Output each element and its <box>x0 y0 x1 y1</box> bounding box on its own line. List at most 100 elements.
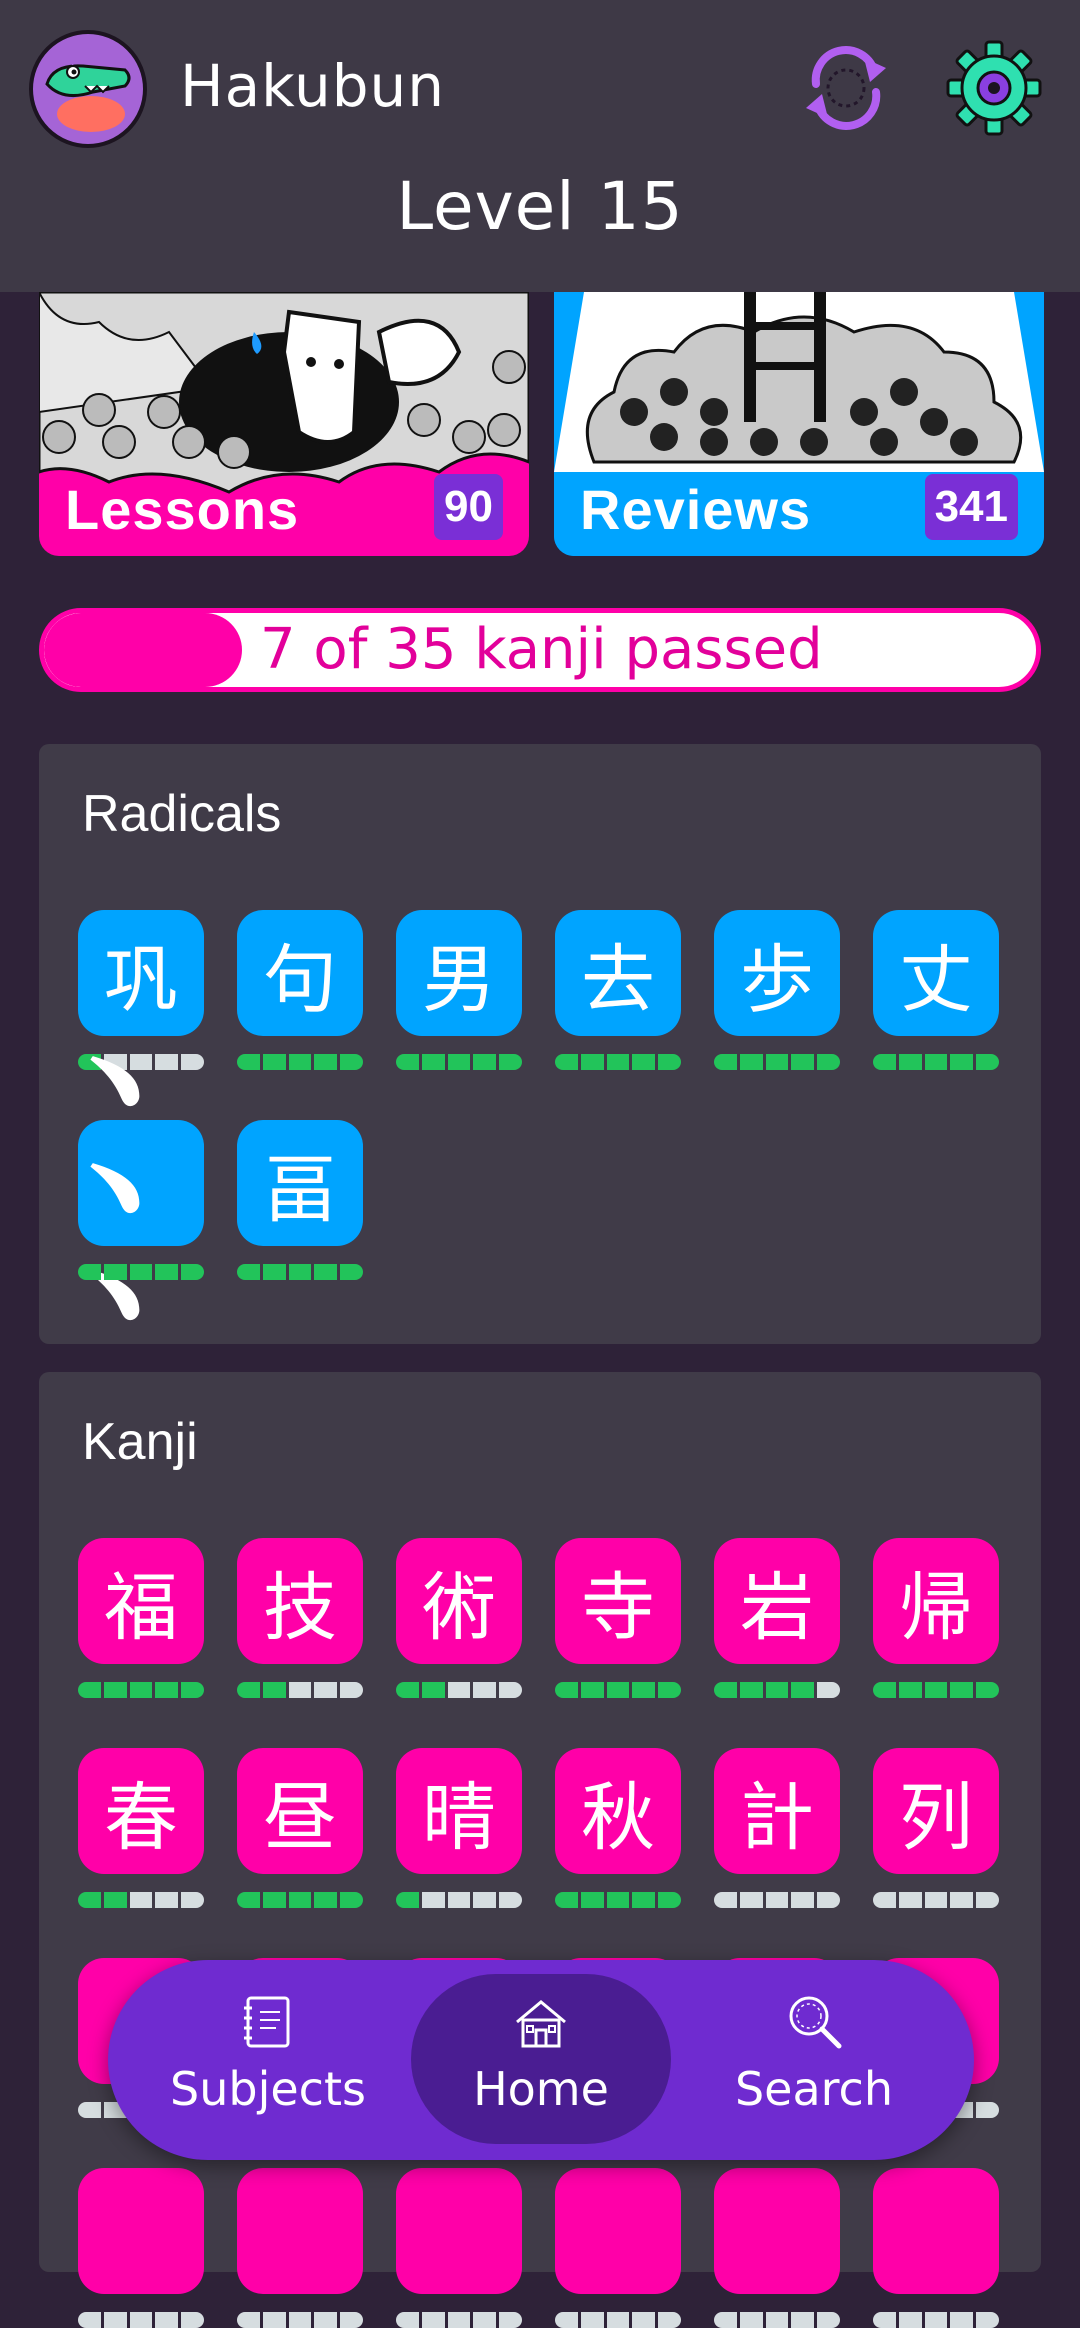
radical-tile[interactable]: 男 <box>396 910 522 1036</box>
srs-stage-bar <box>714 1054 840 1070</box>
radical-tile[interactable]: 巩 <box>78 910 204 1036</box>
radical-tile[interactable]: 歩 <box>714 910 840 1036</box>
srs-segment <box>632 1682 656 1698</box>
srs-segment <box>499 2312 522 2328</box>
srs-segment <box>898 1054 922 1070</box>
kanji-tile[interactable]: 列 <box>873 1748 999 1874</box>
srs-segment <box>421 1892 445 1908</box>
srs-segment <box>340 1682 363 1698</box>
radical-tile[interactable]: 丈 <box>873 910 999 1036</box>
srs-segment <box>288 1264 312 1280</box>
srs-segment <box>658 1682 681 1698</box>
srs-segment <box>78 2102 101 2118</box>
srs-segment <box>78 1892 101 1908</box>
srs-segment <box>555 2312 578 2328</box>
srs-stage-bar <box>555 1054 681 1070</box>
srs-segment <box>103 1892 127 1908</box>
srs-segment <box>873 1682 896 1698</box>
srs-segment <box>873 2312 896 2328</box>
srs-stage-bar <box>237 2312 363 2328</box>
srs-stage-bar <box>873 1054 999 1070</box>
settings-button[interactable] <box>944 38 1044 138</box>
srs-stage-bar <box>873 1892 999 1908</box>
kanji-progress-fill <box>44 613 243 687</box>
radical-tile[interactable]: ﹅﹅﹅ <box>78 1040 204 1340</box>
kanji-tile[interactable]: 技 <box>237 1538 363 1664</box>
kanji-tile[interactable]: 岩 <box>714 1538 840 1664</box>
srs-segment <box>658 1892 681 1908</box>
srs-stage-bar <box>396 2312 522 2328</box>
srs-segment <box>950 2312 974 2328</box>
nav-home[interactable]: Home <box>411 1974 671 2144</box>
kanji-tile[interactable]: 寺 <box>555 1538 681 1664</box>
nav-subjects[interactable]: Subjects <box>138 1974 398 2144</box>
srs-segment <box>314 1682 338 1698</box>
srs-segment <box>606 1682 630 1698</box>
srs-segment <box>421 1054 445 1070</box>
kanji-tile[interactable]: 晴 <box>396 1748 522 1874</box>
srs-segment <box>314 2312 338 2328</box>
srs-segment <box>447 1892 471 1908</box>
kanji-tile[interactable]: 福 <box>78 1538 204 1664</box>
kanji-tile[interactable] <box>396 2168 522 2294</box>
srs-segment <box>950 1892 974 1908</box>
kanji-tile[interactable]: 帰 <box>873 1538 999 1664</box>
kanji-tile[interactable] <box>237 2168 363 2294</box>
kanji-tile[interactable] <box>78 2168 204 2294</box>
srs-segment <box>396 1892 419 1908</box>
srs-segment <box>262 1682 286 1698</box>
kanji-tile[interactable]: 計 <box>714 1748 840 1874</box>
kanji-tile[interactable] <box>714 2168 840 2294</box>
srs-segment <box>632 1054 656 1070</box>
radical-tile[interactable]: 畐 <box>237 1120 363 1246</box>
srs-segment <box>237 2312 260 2328</box>
kanji-tile[interactable]: 昼 <box>237 1748 363 1874</box>
srs-stage-bar <box>396 1682 522 1698</box>
srs-segment <box>817 1892 840 1908</box>
srs-segment <box>817 1054 840 1070</box>
srs-segment <box>103 1264 127 1280</box>
srs-segment <box>155 1682 179 1698</box>
nav-search[interactable]: Search <box>684 1974 944 2144</box>
lessons-label: Lessons <box>65 478 300 541</box>
kanji-tile[interactable] <box>873 2168 999 2294</box>
kanji-tile[interactable] <box>555 2168 681 2294</box>
srs-segment <box>473 1682 497 1698</box>
srs-segment <box>580 1892 604 1908</box>
kanji-tile[interactable]: 春 <box>78 1748 204 1874</box>
kanji-tile[interactable]: 術 <box>396 1538 522 1664</box>
srs-segment <box>129 1264 153 1280</box>
srs-stage-bar <box>396 1054 522 1070</box>
srs-segment <box>898 2312 922 2328</box>
kanji-tile[interactable]: 秋 <box>555 1748 681 1874</box>
srs-stage-bar <box>237 1682 363 1698</box>
reviews-card[interactable]: Reviews 341 <box>554 292 1044 556</box>
avatar[interactable] <box>29 30 147 148</box>
lessons-card[interactable]: Lessons 90 <box>39 292 529 556</box>
srs-segment <box>632 1892 656 1908</box>
sync-button[interactable] <box>798 40 894 136</box>
srs-segment <box>555 1892 578 1908</box>
srs-segment <box>314 1264 338 1280</box>
radical-tile[interactable]: 去 <box>555 910 681 1036</box>
srs-segment <box>924 1892 948 1908</box>
srs-segment <box>632 2312 656 2328</box>
srs-segment <box>791 1892 815 1908</box>
srs-segment <box>129 1682 153 1698</box>
srs-segment <box>555 1682 578 1698</box>
srs-segment <box>950 1054 974 1070</box>
srs-segment <box>791 1054 815 1070</box>
radicals-title: Radicals <box>82 785 282 843</box>
srs-segment <box>155 1264 179 1280</box>
srs-segment <box>765 1682 789 1698</box>
srs-segment <box>340 1892 363 1908</box>
srs-segment <box>155 1892 179 1908</box>
srs-segment <box>262 1892 286 1908</box>
srs-segment <box>658 2312 681 2328</box>
srs-segment <box>976 1054 999 1070</box>
radical-tile[interactable]: 句 <box>237 910 363 1036</box>
srs-segment <box>314 1892 338 1908</box>
srs-segment <box>288 1054 312 1070</box>
srs-segment <box>606 2312 630 2328</box>
nav-search-label: Search <box>734 2062 894 2116</box>
